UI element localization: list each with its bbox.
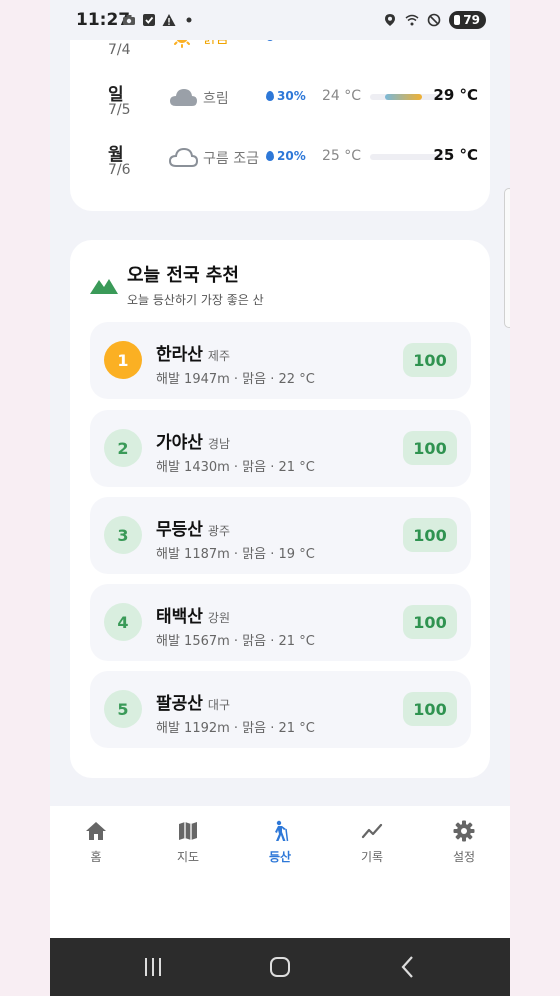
edge-panel-handle[interactable] bbox=[504, 188, 510, 328]
wifi-icon bbox=[405, 14, 419, 26]
mountain-list-item[interactable]: 5 팔공산 대구 해발 1192m · 맑음 · 21 °C 100 bbox=[90, 671, 471, 748]
mountain-list-item[interactable]: 3 무등산 광주 해발 1187m · 맑음 · 19 °C 100 bbox=[90, 497, 471, 574]
mountain-info: 해발 1187m · 맑음 · 19 °C bbox=[156, 547, 315, 562]
mountain-region: 대구 bbox=[207, 698, 231, 712]
rain-probability: 30% bbox=[266, 89, 306, 103]
score-badge: 100 bbox=[403, 692, 457, 726]
nav-records[interactable]: 기록 bbox=[326, 820, 418, 872]
recommendation-card: 오늘 전국 추천 오늘 등산하기 가장 좋은 산 1 한라산 제주 해발 1947… bbox=[70, 240, 490, 778]
phone-screen: 토 7/4 맑음 30% 24 °C 32 °C 일 7/5 bbox=[50, 0, 510, 996]
mountain-name-text: 한라산 bbox=[156, 345, 203, 365]
camera-icon bbox=[123, 15, 135, 25]
rank-badge: 3 bbox=[104, 516, 142, 554]
score-badge: 100 bbox=[403, 518, 457, 552]
status-bar: 11:27 79 bbox=[50, 0, 510, 40]
mountain-name: 태백산 강원 bbox=[156, 602, 230, 627]
do-not-disturb-icon bbox=[427, 13, 441, 27]
section-subtitle: 오늘 등산하기 가장 좋은 산 bbox=[127, 293, 264, 307]
score-badge: 100 bbox=[403, 431, 457, 465]
mountain-list-item[interactable]: 1 한라산 제주 해발 1947m · 맑음 · 22 °C 100 bbox=[90, 322, 471, 399]
rank-badge: 5 bbox=[104, 690, 142, 728]
map-icon bbox=[179, 822, 197, 840]
forecast-high: 29 °C bbox=[433, 86, 478, 104]
forecast-row[interactable]: 일 7/5 흐림 30% 24 °C 29 °C bbox=[88, 80, 478, 120]
rank-badge: 1 bbox=[104, 341, 142, 379]
home-icon bbox=[86, 822, 106, 840]
mountain-name: 가야산 경남 bbox=[156, 428, 230, 453]
rank-badge: 2 bbox=[104, 429, 142, 467]
mountain-info: 해발 1430m · 맑음 · 21 °C bbox=[156, 460, 315, 475]
mountain-name: 팔공산 대구 bbox=[156, 689, 230, 714]
forecast-date: 7/6 bbox=[108, 162, 131, 178]
mountain-region: 광주 bbox=[207, 524, 231, 538]
mountain-region: 강원 bbox=[207, 611, 231, 625]
mountain-info: 해발 1947m · 맑음 · 22 °C bbox=[156, 372, 315, 387]
rain-value: 20% bbox=[277, 149, 306, 163]
forecast-low: 25 °C bbox=[322, 148, 362, 164]
location-icon bbox=[385, 14, 396, 26]
nav-home[interactable]: 홈 bbox=[50, 820, 142, 872]
forecast-row[interactable]: 월 7/6 구름 조금 20% 25 °C 25 °C bbox=[88, 140, 478, 180]
gear-icon bbox=[453, 820, 475, 842]
forecast-date: 7/5 bbox=[108, 102, 131, 118]
mountain-name-text: 팔공산 bbox=[156, 694, 203, 714]
temperature-range-fill bbox=[385, 94, 422, 100]
nav-settings[interactable]: 설정 bbox=[418, 820, 510, 872]
bottom-navigation: 홈 지도 등산 기록 설정 bbox=[50, 806, 510, 938]
forecast-high: 25 °C bbox=[433, 146, 478, 164]
mountain-info: 해발 1192m · 맑음 · 21 °C bbox=[156, 721, 315, 736]
mountain-icon bbox=[90, 279, 118, 294]
mountain-info: 해발 1567m · 맑음 · 21 °C bbox=[156, 634, 315, 649]
nav-hiking[interactable]: 등산 bbox=[234, 820, 326, 872]
nav-label: 홈 bbox=[90, 850, 102, 864]
hiking-icon bbox=[275, 820, 289, 842]
cloud-filled-icon bbox=[170, 89, 197, 106]
mountain-region: 제주 bbox=[207, 349, 231, 363]
forecast-low: 24 °C bbox=[322, 88, 362, 104]
battery-indicator: 79 bbox=[449, 11, 486, 29]
recent-apps-icon[interactable] bbox=[138, 954, 168, 980]
system-navigation-bar bbox=[50, 938, 510, 996]
back-icon[interactable] bbox=[393, 954, 423, 980]
notification-icons bbox=[122, 13, 196, 27]
nav-label: 설정 bbox=[452, 850, 476, 864]
chart-line-icon bbox=[361, 823, 383, 839]
mountain-name-text: 가야산 bbox=[156, 433, 203, 453]
warning-icon bbox=[162, 14, 176, 26]
nav-label: 기록 bbox=[360, 850, 384, 864]
mountain-list-item[interactable]: 4 태백산 강원 해발 1567m · 맑음 · 21 °C 100 bbox=[90, 584, 471, 661]
rank-badge: 4 bbox=[104, 603, 142, 641]
home-button-icon[interactable] bbox=[265, 954, 295, 980]
rain-probability: 20% bbox=[266, 149, 306, 163]
checkbox-icon bbox=[143, 14, 155, 26]
mountain-name: 한라산 제주 bbox=[156, 340, 230, 365]
raindrop-icon bbox=[266, 91, 274, 101]
mountain-name: 무등산 광주 bbox=[156, 515, 230, 540]
mountain-name-text: 무등산 bbox=[156, 520, 203, 540]
dot-icon bbox=[186, 17, 192, 23]
forecast-condition: 흐림 bbox=[203, 91, 229, 107]
nav-label: 등산 bbox=[268, 850, 292, 864]
section-title: 오늘 전국 추천 bbox=[127, 265, 239, 286]
score-badge: 100 bbox=[403, 605, 457, 639]
score-badge: 100 bbox=[403, 343, 457, 377]
forecast-condition: 구름 조금 bbox=[203, 151, 259, 167]
rain-value: 30% bbox=[277, 89, 306, 103]
cloud-outline-icon bbox=[168, 147, 198, 167]
mountain-name-text: 태백산 bbox=[156, 607, 203, 627]
raindrop-icon bbox=[266, 151, 274, 161]
system-icons: 79 bbox=[383, 11, 486, 29]
nav-map[interactable]: 지도 bbox=[142, 820, 234, 872]
mountain-list-item[interactable]: 2 가야산 경남 해발 1430m · 맑음 · 21 °C 100 bbox=[90, 410, 471, 487]
nav-label: 지도 bbox=[176, 850, 200, 864]
forecast-date: 7/4 bbox=[108, 42, 131, 58]
mountain-region: 경남 bbox=[207, 437, 231, 451]
